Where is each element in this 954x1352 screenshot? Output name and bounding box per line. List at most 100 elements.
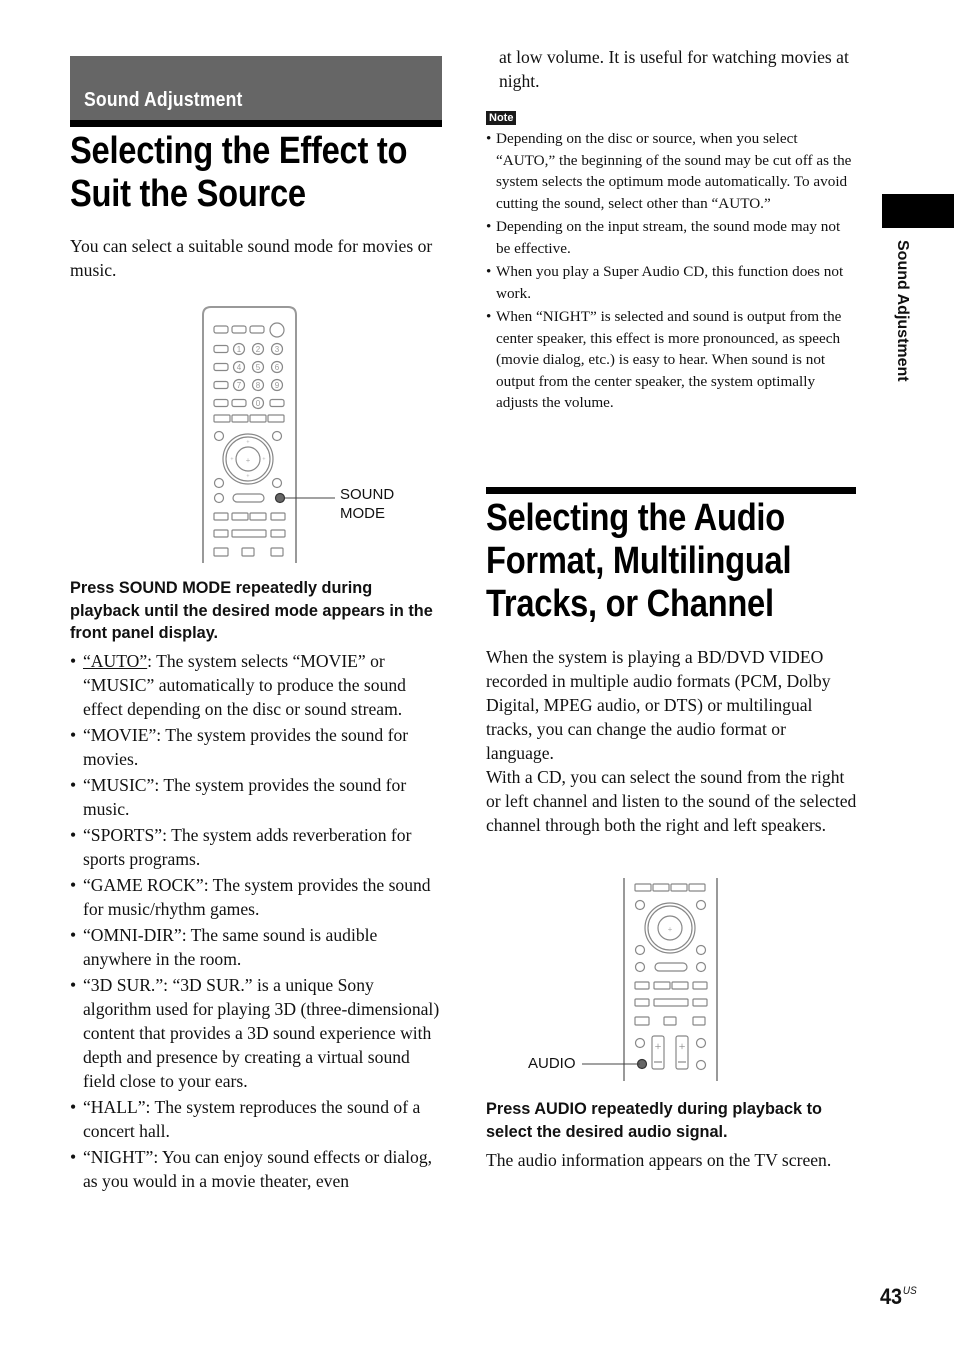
article-1-title: Selecting the Effect to Suit the Source [70,130,408,216]
remote-button [213,414,231,423]
sound-mode-name: “MOVIE” [83,725,157,745]
stop-button [692,1016,706,1026]
remote-button [634,944,646,956]
sound-mode-name: “OMNI-DIR” [83,925,182,945]
callout-line-2: MODE [340,505,385,522]
pause-button [241,547,255,557]
svg-text:+: + [655,1039,662,1053]
sound-mode-button [274,492,286,504]
rewind-button [634,998,650,1007]
pause-button [663,1016,677,1026]
article-1-step: Press SOUND MODE repeatedly during playb… [70,579,433,642]
remote-button [213,325,229,334]
sound-mode-item: “GAME ROCK”: The system provides the sou… [70,873,442,921]
intro-paragraph: With a CD, you can select the sound from… [486,767,857,835]
play-button [231,529,267,538]
fast-forward-button [270,529,286,538]
remote-button [695,1059,707,1071]
note-item: Depending on the disc or source, when yo… [486,128,858,214]
sound-mode-item: “HALL”: The system reproduces the sound … [70,1095,442,1143]
section-thumb-tab [882,194,954,228]
svg-text:+: + [668,925,673,934]
sound-mode-name: “GAME ROCK” [83,875,204,895]
note-item: Depending on the input stream, the sound… [486,216,858,259]
remote-button [634,961,646,973]
fast-forward-button [692,998,708,1007]
callout-line-1: SOUND [340,486,395,503]
section-header-label: Sound Adjustment [84,89,243,111]
number-key-label: 4 [237,363,242,372]
sound-mode-item: “AUTO”: The system selects “MOVIE” or “M… [70,649,442,721]
next-button [249,512,267,521]
stop-button [270,547,284,557]
remote-button [231,414,249,423]
remote-button [249,325,265,334]
remote-control-illustration: + + + [623,878,718,1081]
number-key-label: 5 [256,363,261,372]
title-line: Tracks, or Channel [486,583,774,625]
remote-button [271,477,283,489]
rewind-button [213,529,229,538]
sound-mode-name: “NIGHT” [83,1147,154,1167]
svg-text:+: + [246,440,250,446]
remote-button [654,962,688,972]
remote-button [695,1037,707,1049]
remote-button [670,883,688,892]
remote-button [269,398,285,408]
remote-button [213,362,229,372]
remote-button [634,899,646,911]
power-button [269,322,285,338]
remote-button [634,981,650,990]
sound-mode-item: “MOVIE”: The system provides the sound f… [70,723,442,771]
next-button [671,981,689,990]
remote-button [231,325,247,334]
page-number: 43US [880,1284,917,1310]
title-line: Suit the Source [70,173,306,215]
prev-button [231,512,249,521]
note-item: When you play a Super Audio CD, this fun… [486,261,858,304]
number-key-label: 6 [275,363,280,372]
remote-button [688,883,706,892]
remote-button [695,961,707,973]
svg-text:+: + [679,1039,686,1053]
audio-callout: AUDIO [528,1055,576,1072]
remote-button [231,398,247,408]
section-header-bar: Sound Adjustment [70,56,442,120]
section-header-rule [70,120,442,127]
remote-button [695,899,707,911]
section-side-label: Sound Adjustment [894,240,911,382]
svg-text:+: + [262,457,266,463]
remote-button [634,883,652,892]
intro-paragraph: When the system is playing a BD/DVD VIDE… [486,647,831,763]
number-key-label: 9 [275,381,280,390]
title-line: Selecting the Effect to [70,130,408,172]
svg-text:+: + [246,474,250,480]
sound-mode-name: “HALL” [83,1097,146,1117]
play-button [653,998,689,1007]
title-line: Selecting the Audio [486,497,785,539]
number-key-label: 1 [237,345,242,354]
remote-button [652,883,670,892]
prev-button [653,981,671,990]
remote-control-illustration: 1 2 3 4 5 6 7 8 9 0 + + + + + [202,306,335,563]
sound-mode-name: “SPORTS” [83,825,163,845]
remote-button [695,944,707,956]
sound-mode-name: “3D SUR.” [83,975,164,995]
number-key-label: 2 [256,345,261,354]
svg-text:+: + [246,456,251,465]
remote-button [267,414,285,423]
svg-text:+: + [230,457,234,463]
night-mode-continuation: at low volume. It is useful for watching… [499,47,849,91]
remote-button [213,344,229,354]
article-1-intro: You can select a suitable sound mode for… [70,236,433,280]
note-badge: Note [486,111,517,125]
remote-button [271,430,283,442]
remote-button [634,1016,650,1026]
audio-callout-line [582,1063,640,1065]
sound-mode-item: “3D SUR.”: “3D SUR.” is a unique Sony al… [70,973,442,1093]
remote-button [270,512,286,521]
page-number-value: 43 [880,1284,903,1309]
number-key-label: 8 [256,381,261,390]
page-region-suffix: US [902,1285,917,1297]
remote-button [213,512,229,521]
